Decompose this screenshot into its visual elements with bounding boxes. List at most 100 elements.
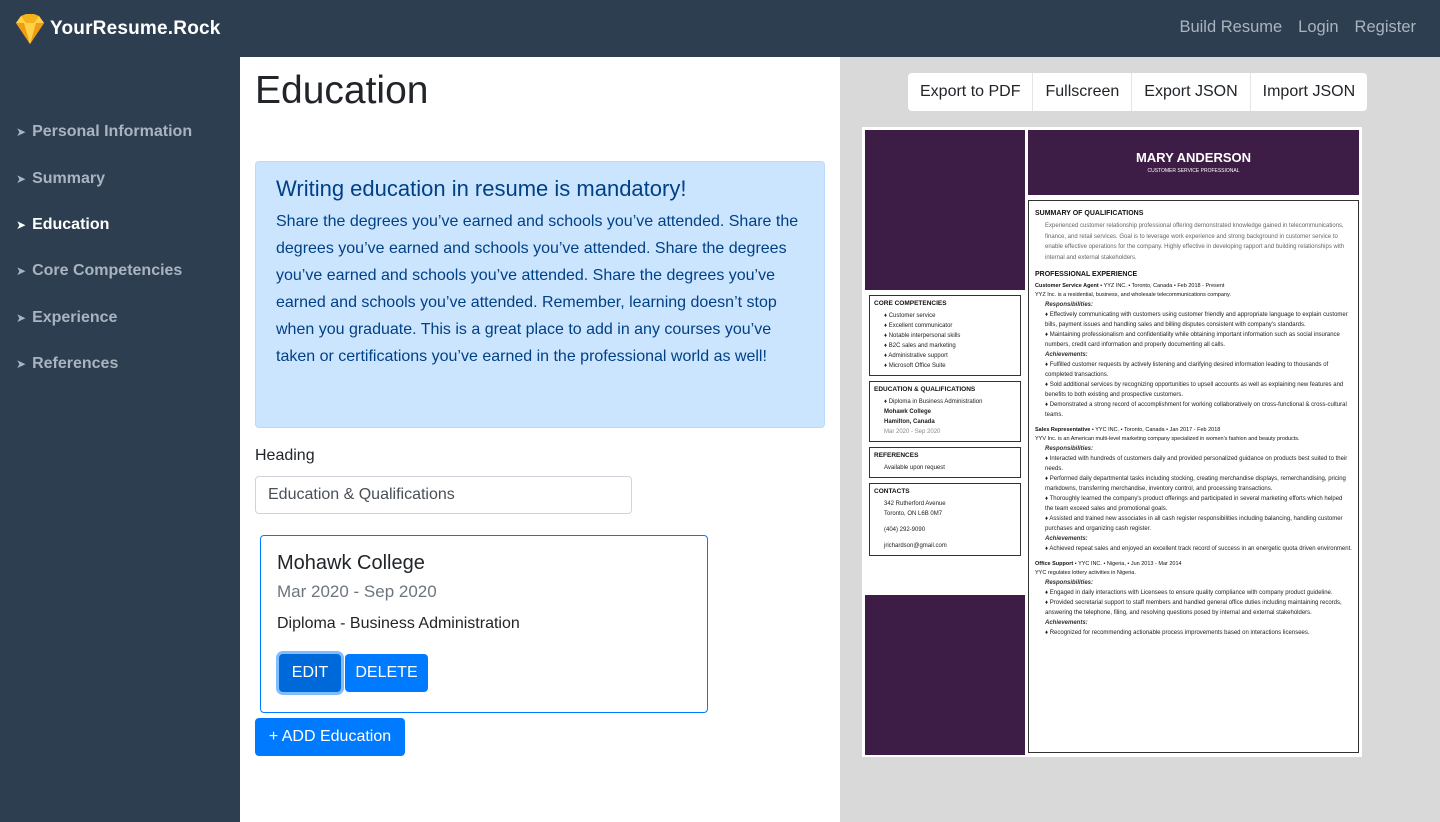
sidebar-item-experience[interactable]: ➤ Experience: [0, 295, 240, 341]
brand[interactable]: YourResume.Rock: [16, 14, 221, 44]
list-item: Hamilton, Canada: [884, 419, 935, 425]
add-education-button[interactable]: + ADD Education: [255, 718, 405, 756]
resume-title: CUSTOMER SERVICE PROFESSIONAL: [1147, 168, 1240, 174]
achievements-label: Achievements:: [1045, 352, 1088, 358]
diamond-logo-icon: [16, 14, 44, 44]
section-heading: CORE COMPETENCIES: [874, 300, 947, 307]
education-card: Mohawk College Mar 2020 - Sep 2020 Diplo…: [260, 535, 708, 713]
list-item: ♦ Interacted with hundreds of customers …: [1045, 456, 1348, 472]
fullscreen-button[interactable]: Fullscreen: [1033, 73, 1133, 111]
sidebar-item-label: Personal Information: [32, 123, 193, 141]
resume-contacts: CONTACTS 342 Rutherford Avenue Toronto, …: [869, 483, 1021, 556]
resume-left-column: CORE COMPETENCIES ♦ Customer service ♦ E…: [865, 130, 1025, 561]
sidebar-item-label: Summary: [32, 169, 105, 187]
editor-panel: Education Writing education in resume is…: [240, 57, 840, 822]
job-description: YYZ Inc. is a residential, business, and…: [1035, 292, 1231, 298]
list-item: ♦ Provided secretarial support to staff …: [1045, 600, 1342, 616]
delete-button[interactable]: DELETE: [345, 654, 428, 692]
list-item: ♦ Maintaining professionalism and confid…: [1045, 332, 1340, 348]
list-item: ♦ B2C sales and marketing: [884, 343, 956, 349]
responsibilities-label: Responsibilities:: [1045, 446, 1094, 452]
job-title-line: Office Support • YYC INC. • Nigeria, • J…: [1035, 561, 1182, 567]
export-pdf-button[interactable]: Export to PDF: [908, 73, 1034, 111]
resume-preview-panel: Export to PDF Fullscreen Export JSON Imp…: [840, 57, 1440, 822]
import-json-button[interactable]: Import JSON: [1251, 73, 1367, 111]
section-heading: SUMMARY OF QUALIFICATIONS: [1035, 210, 1144, 217]
arrow-right-icon: ➤: [16, 171, 27, 186]
resume-core-competencies: CORE COMPETENCIES ♦ Customer service ♦ E…: [869, 295, 1021, 376]
list-item: jrichardson@gmail.com: [884, 543, 947, 549]
resume-header: MARY ANDERSON CUSTOMER SERVICE PROFESSIO…: [1028, 130, 1359, 195]
resume-photo-block: [865, 130, 1025, 290]
list-item: ♦ Engaged in daily interactions with Lic…: [1045, 590, 1333, 596]
list-item: ♦ Thoroughly learned the company's produ…: [1045, 496, 1343, 512]
achievements-label: Achievements:: [1045, 536, 1088, 542]
list-item: ♦ Customer service: [884, 313, 936, 319]
responsibilities-label: Responsibilities:: [1045, 580, 1094, 586]
export-toolbar: Export to PDF Fullscreen Export JSON Imp…: [908, 73, 1368, 111]
sidebar-item-summary[interactable]: ➤ Summary: [0, 155, 240, 201]
list-item: Toronto, ON L6B 0M7: [884, 511, 943, 517]
education-dates: Mar 2020 - Sep 2020: [277, 582, 437, 601]
job-title-line: Sales Representative • YYC INC. • Toront…: [1035, 427, 1221, 433]
list-item: ♦ Performed daily departmental tasks inc…: [1045, 476, 1346, 492]
info-alert: Writing education in resume is mandatory…: [255, 161, 825, 428]
sidebar-item-core-competencies[interactable]: ➤ Core Competencies: [0, 248, 240, 294]
nav-build-resume-link[interactable]: Build Resume: [1179, 18, 1282, 37]
resume-references: REFERENCES Available upon request: [869, 447, 1021, 478]
school-name: Mohawk College: [277, 552, 425, 574]
brand-name: YourResume.Rock: [50, 18, 221, 39]
list-item: ♦ Achieved repeat sales and enjoyed an e…: [1045, 546, 1352, 552]
list-item: ♦ Recognized for recommending actionable…: [1045, 630, 1310, 636]
list-item: ♦ Sold additional services by recognizin…: [1045, 382, 1344, 398]
export-json-button[interactable]: Export JSON: [1132, 73, 1251, 111]
sidebar-item-references[interactable]: ➤ References: [0, 341, 240, 387]
section-heading: REFERENCES: [874, 452, 919, 459]
sidebar-item-education[interactable]: ➤ Education: [0, 202, 240, 248]
degree: Diploma - Business Administration: [277, 615, 520, 632]
page-title: Education: [255, 69, 429, 112]
list-item: ♦ Administrative support: [884, 353, 948, 359]
edit-button[interactable]: EDIT: [279, 654, 341, 692]
list-item: Available upon request: [884, 465, 945, 471]
sidebar-item-label: Experience: [32, 308, 118, 326]
resume-education: EDUCATION & QUALIFICATIONS ♦ Diploma in …: [869, 381, 1021, 442]
arrow-right-icon: ➤: [16, 264, 27, 279]
sidebar-item-personal-information[interactable]: ➤ Personal Information: [0, 109, 240, 155]
nav-register-link[interactable]: Register: [1355, 18, 1416, 37]
section-heading: EDUCATION & QUALIFICATIONS: [874, 386, 976, 393]
responsibilities-label: Responsibilities:: [1045, 302, 1094, 308]
list-item: ♦ Notable interpersonal skills: [884, 333, 961, 339]
list-item: ♦ Assisted and trained new associates in…: [1045, 516, 1343, 532]
list-item: ♦ Demonstrated a strong record of accomp…: [1045, 402, 1347, 418]
resume-document: CORE COMPETENCIES ♦ Customer service ♦ E…: [862, 127, 1362, 757]
section-heading: PROFESSIONAL EXPERIENCE: [1035, 271, 1138, 278]
top-navbar: YourResume.Rock Build Resume Login Regis…: [0, 0, 1440, 57]
list-item: ♦ Diploma in Business Administration: [884, 399, 983, 405]
sidebar-item-label: Education: [32, 215, 110, 233]
list-item: ♦ Effectively communicating with custome…: [1045, 312, 1348, 328]
resume-right-column: MARY ANDERSON CUSTOMER SERVICE PROFESSIO…: [1028, 130, 1359, 753]
arrow-right-icon: ➤: [16, 357, 27, 372]
resume-main-content: SUMMARY OF QUALIFICATIONS Experienced cu…: [1028, 200, 1359, 753]
heading-input[interactable]: [255, 476, 632, 514]
resume-name: MARY ANDERSON: [1135, 150, 1252, 165]
list-item: Mar 2020 - Sep 2020: [884, 429, 941, 435]
resume-decor-block: [865, 595, 1025, 755]
alert-heading: Writing education in resume is mandatory…: [276, 176, 687, 201]
nav-login-link[interactable]: Login: [1298, 18, 1338, 37]
job-description: YYC regulates lottery activities in Nige…: [1035, 570, 1136, 576]
alert-body: Share the degrees you’ve earned and scho…: [276, 213, 799, 365]
job-description: YYV Inc. is an American multi-level mark…: [1035, 436, 1300, 442]
arrow-right-icon: ➤: [16, 310, 27, 325]
list-item: (404) 292-9090: [884, 527, 926, 533]
summary-text: Experienced customer relationship profes…: [1045, 223, 1345, 261]
arrow-right-icon: ➤: [16, 217, 27, 232]
heading-label: Heading: [255, 447, 315, 464]
sidebar-item-label: Core Competencies: [32, 262, 183, 280]
arrow-right-icon: ➤: [16, 125, 27, 140]
list-item: ♦ Excellent communicator: [884, 323, 953, 329]
list-item: ♦ Microsoft Office Suite: [884, 363, 946, 369]
sidebar: ➤ Personal Information ➤ Summary ➤ Educatio…: [0, 57, 240, 822]
list-item: 342 Rutherford Avenue: [884, 501, 946, 507]
